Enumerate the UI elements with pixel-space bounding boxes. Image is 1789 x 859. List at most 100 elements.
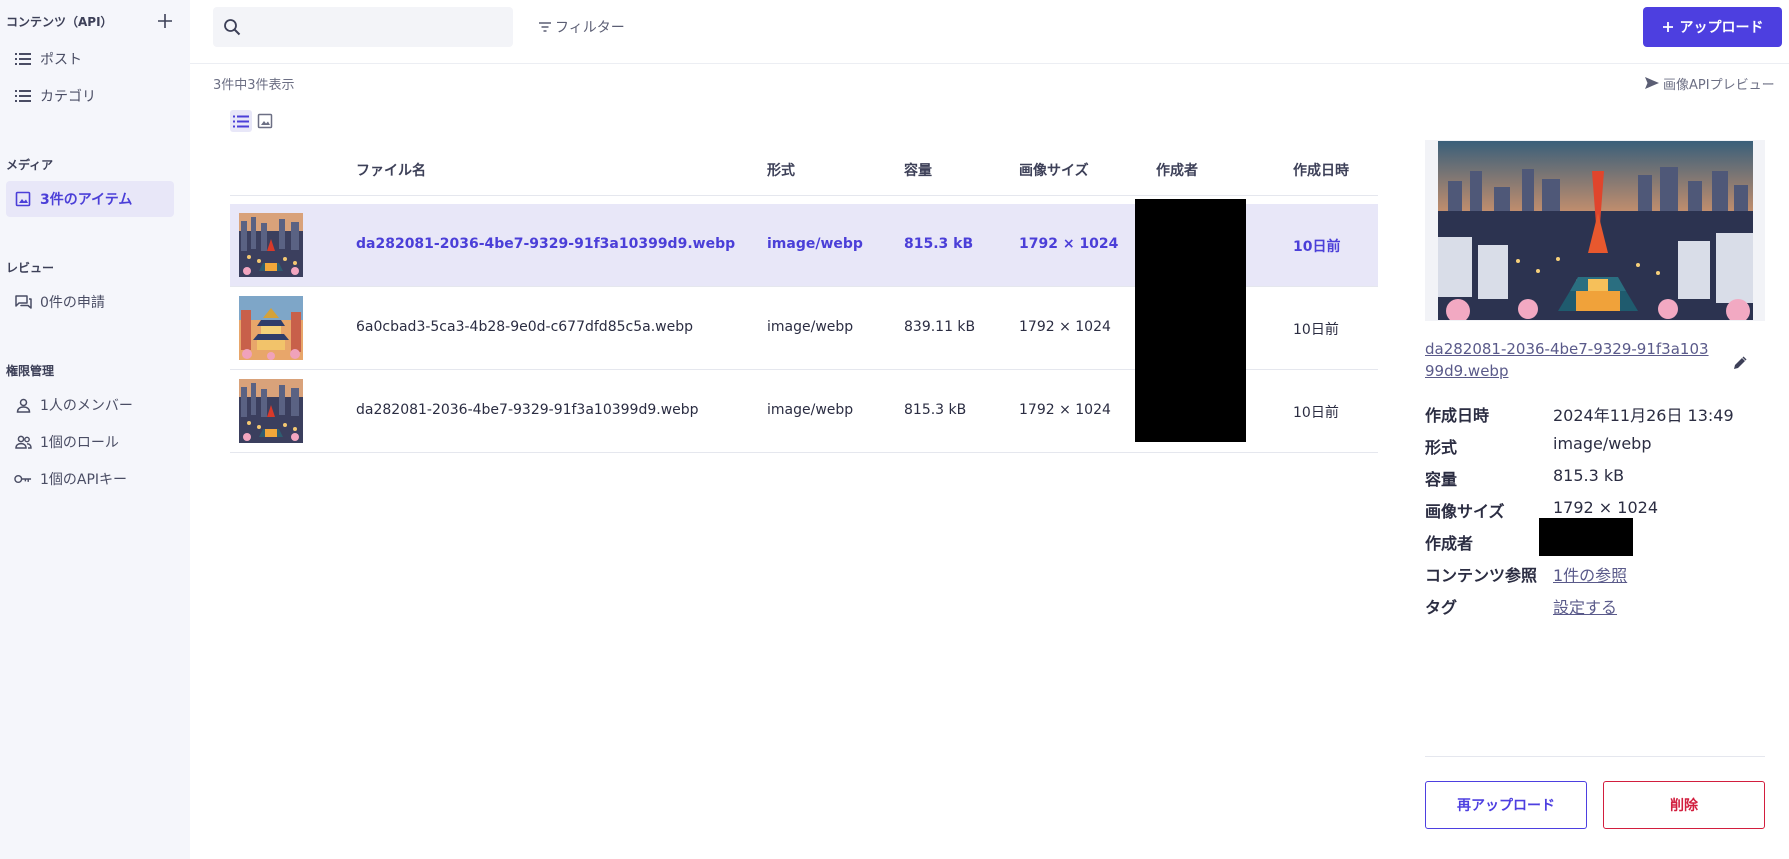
sidebar-item-label: 0件の申請 [40,295,105,311]
view-toggle [230,110,276,132]
list-icon [14,50,32,68]
sidebar-item-label: 1人のメンバー [40,398,133,414]
row-filename: 6a0cbad3-5ca3-4b28-9e0d-c677dfd85c5a.web… [356,319,693,335]
media-section-title: メディア [6,158,54,172]
meta-key: コンテンツ参照 [1425,566,1538,585]
pencil-icon [1734,356,1747,369]
content-section-title: コンテンツ（API） [6,14,113,29]
filter-icon [539,22,551,32]
redacted-author-value [1539,518,1633,556]
table-header: ファイル名 形式 容量 画像サイズ 作成者 作成日時 [230,148,1378,196]
sidebar-item-categories[interactable]: カテゴリ [6,78,174,114]
set-tags-link[interactable]: 設定する [1553,594,1617,618]
plus-icon [158,14,172,28]
search-icon [224,19,241,36]
sidebar-item-label: カテゴリ [40,89,96,105]
row-type: image/webp [767,402,854,418]
content-references-link[interactable]: 1件の参照 [1553,562,1627,586]
meta-row-content-references: コンテンツ参照 1件の参照 [1425,562,1765,594]
sidebar-item-roles[interactable]: 1個のロール [6,424,174,460]
thumbnail-image [239,296,303,360]
result-count: 3件中3件表示 [213,78,295,93]
detail-preview-image [1438,141,1753,320]
image-api-preview-label: 画像APIプレビュー [1663,77,1775,93]
column-header-type[interactable]: 形式 [767,160,795,180]
detail-metadata: 作成日時 2024年11月26日 13:49 形式 image/webp 容量 … [1425,402,1765,626]
meta-key: 形式 [1425,438,1458,457]
detail-filename-link[interactable]: da282081-2036-4be7-9329-91f3a10399d9.web… [1425,338,1715,382]
sidebar-item-api-keys[interactable]: 1個のAPIキー [6,461,174,497]
column-header-filename[interactable]: ファイル名 [356,160,426,180]
list-icon [14,87,32,105]
row-size: 815.3 kB [904,236,974,252]
redacted-author-column [1135,199,1246,442]
sidebar-item-posts[interactable]: ポスト [6,41,174,77]
meta-value: 815.3 kB [1553,466,1625,485]
row-filename: da282081-2036-4be7-9329-91f3a10399d9.web… [356,236,736,252]
person-icon [14,396,32,414]
row-filename: da282081-2036-4be7-9329-91f3a10399d9.web… [356,402,699,418]
sidebar-item-label: ポスト [40,52,82,68]
meta-key: 画像サイズ [1425,502,1505,521]
meta-value: image/webp [1553,434,1652,453]
sidebar-item-label: 3件のアイテム [40,192,133,208]
row-type: image/webp [767,319,854,335]
row-size: 839.11 kB [904,319,976,335]
search-input[interactable] [249,7,513,47]
content-section-header: コンテンツ（API） [6,10,176,32]
send-icon [1645,77,1659,89]
plus-icon [1662,22,1673,32]
meta-key: 容量 [1425,470,1458,489]
reupload-button[interactable]: 再アップロード [1425,781,1587,829]
sidebar-item-label: 1個のロール [40,435,119,451]
add-content-api-button[interactable] [154,10,176,32]
upload-label: アップロード [1679,20,1764,36]
detail-preview [1425,140,1765,321]
image-icon [14,190,32,208]
row-dimensions: 1792 × 1024 [1019,402,1111,418]
row-created: 10日前 [1293,239,1341,255]
upload-button[interactable]: アップロード [1643,7,1782,47]
key-icon [14,470,32,488]
thumbnail-image [239,379,303,443]
row-size: 815.3 kB [904,402,967,418]
meta-row-type: 形式 image/webp [1425,434,1765,466]
meta-row-tags: タグ 設定する [1425,594,1765,626]
image-api-preview-link[interactable]: 画像APIプレビュー [1644,73,1775,93]
sidebar-item-members[interactable]: 1人のメンバー [6,387,174,423]
list-icon [233,115,249,127]
sidebar-item-review-requests[interactable]: 0件の申請 [6,284,174,320]
row-dimensions: 1792 × 1024 [1019,236,1119,252]
sidebar-item-label: 1個のAPIキー [40,472,128,488]
meta-key: 作成日時 [1425,406,1490,425]
meta-row-created: 作成日時 2024年11月26日 13:49 [1425,402,1765,434]
filter-button[interactable]: フィルター [538,16,625,38]
chat-icon [14,293,32,311]
row-dimensions: 1792 × 1024 [1019,319,1111,335]
header-divider [190,63,1789,64]
people-icon [14,433,32,451]
delete-button[interactable]: 削除 [1603,781,1765,829]
column-header-size[interactable]: 容量 [904,160,932,180]
column-header-created[interactable]: 作成日時 [1293,160,1349,180]
detail-divider [1425,756,1765,757]
row-created: 10日前 [1293,322,1339,338]
thumbnail-image [239,213,303,277]
meta-value: 2024年11月26日 13:49 [1553,406,1734,425]
search-box [213,7,513,47]
grid-view-button[interactable] [254,110,276,132]
meta-key: タグ [1425,598,1458,617]
row-type: image/webp [767,236,863,252]
review-section-title: レビュー [6,261,55,275]
sidebar: コンテンツ（API） ポスト カテゴリ メディア 3件のアイテム レビュー 0件… [0,0,190,859]
image-icon [257,113,273,129]
column-header-dimensions[interactable]: 画像サイズ [1019,160,1089,180]
row-created: 10日前 [1293,405,1339,421]
edit-filename-button[interactable] [1728,351,1752,375]
meta-key: 作成者 [1425,534,1474,553]
filter-label: フィルター [555,20,625,36]
sidebar-item-media[interactable]: 3件のアイテム [6,181,174,217]
list-view-button[interactable] [230,110,252,132]
column-header-author[interactable]: 作成者 [1156,160,1198,180]
permission-section-title: 権限管理 [6,364,55,378]
